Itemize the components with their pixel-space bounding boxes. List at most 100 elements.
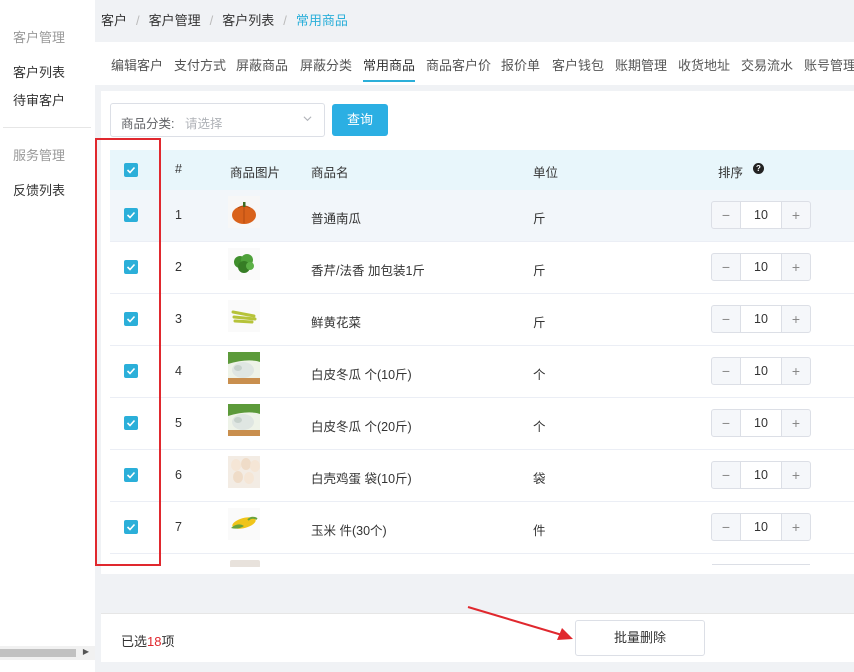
product-unit: 斤	[533, 264, 546, 278]
product-image-partial	[230, 560, 260, 567]
sort-stepper: −10 +	[711, 305, 811, 333]
tab-bar: 编辑客户 支付方式 屏蔽商品 屏蔽分类 常用商品 商品客户价 报价单 客户钱包 …	[95, 42, 854, 85]
tab-common-products[interactable]: 常用商品	[363, 55, 416, 82]
tab-shipping-address[interactable]: 收货地址	[678, 55, 730, 74]
footer-bar	[101, 613, 854, 662]
tab-payment-method[interactable]: 支付方式	[174, 55, 226, 74]
breadcrumb-separator: /	[283, 13, 287, 28]
increment-button[interactable]: +	[782, 254, 810, 280]
sort-value-input[interactable]: 10	[740, 306, 782, 332]
decrement-button[interactable]: −	[712, 306, 740, 332]
sort-value-input[interactable]: 10	[740, 514, 782, 540]
product-unit: 个	[533, 420, 546, 434]
header-sort: 排序	[718, 166, 744, 180]
row-index: 2	[175, 260, 182, 274]
product-name: 白壳鸡蛋 袋(10斤)	[311, 472, 412, 486]
sort-value-input[interactable]: 10	[740, 202, 782, 228]
product-unit: 斤	[533, 316, 546, 330]
tab-account-management[interactable]: 账号管理	[804, 55, 854, 74]
row-index: 7	[175, 520, 182, 534]
breadcrumb-item-customer-management[interactable]: 客户管理	[149, 10, 201, 29]
product-image	[228, 352, 260, 384]
decrement-button[interactable]: −	[712, 254, 740, 280]
decrement-button[interactable]: −	[712, 410, 740, 436]
increment-button[interactable]: +	[782, 514, 810, 540]
tab-customer-price[interactable]: 商品客户价	[426, 55, 491, 74]
query-button[interactable]: 查询	[332, 104, 388, 136]
tab-quotation[interactable]: 报价单	[501, 55, 540, 74]
sidebar-item-feedback-list[interactable]: 反馈列表	[13, 180, 65, 199]
increment-button[interactable]: +	[782, 306, 810, 332]
product-image	[228, 248, 260, 280]
selected-suffix: 项	[161, 634, 175, 649]
scroll-right-icon[interactable]: ▶	[83, 647, 89, 656]
row-index: 5	[175, 416, 182, 430]
table-header: # 商品图片 商品名 单位 排序 ?	[110, 150, 854, 190]
breadcrumb-item-customer[interactable]: 客户	[101, 10, 127, 29]
sort-stepper: −10 +	[711, 461, 811, 489]
selected-prefix: 已选	[121, 634, 148, 649]
table-row: 1 普通南瓜 斤 −10 +	[110, 190, 854, 242]
sort-value-input[interactable]: 10	[740, 358, 782, 384]
decrement-button[interactable]: −	[712, 514, 740, 540]
row-index: 3	[175, 312, 182, 326]
selected-count-text: 已选18项	[121, 631, 175, 650]
help-icon[interactable]: ?	[753, 163, 764, 174]
checkbox-column-highlight	[95, 138, 161, 566]
increment-button[interactable]: +	[782, 202, 810, 228]
table-row-partial	[110, 554, 854, 567]
table-row: 4 白皮冬瓜 个(10斤) 个 −10 +	[110, 346, 854, 398]
increment-button[interactable]: +	[782, 462, 810, 488]
sort-value-input[interactable]: 10	[740, 410, 782, 436]
decrement-button[interactable]: −	[712, 358, 740, 384]
breadcrumb-item-customer-list[interactable]: 客户列表	[222, 10, 274, 29]
sidebar: 客户管理 客户列表 待审客户 服务管理 反馈列表 ▶	[0, 0, 95, 672]
tab-blocked-products[interactable]: 屏蔽商品	[236, 55, 288, 74]
product-unit: 件	[533, 524, 546, 538]
sort-value-input[interactable]: 10	[740, 462, 782, 488]
product-name: 鲜黄花菜	[311, 316, 362, 330]
table-row: 7 玉米 件(30个) 件 −10 +	[110, 502, 854, 554]
sidebar-divider	[3, 127, 91, 128]
selected-count: 18	[147, 634, 162, 649]
sort-stepper: −10 +	[711, 253, 811, 281]
table-row: 5 白皮冬瓜 个(20斤) 个 −10 +	[110, 398, 854, 450]
tab-transactions[interactable]: 交易流水	[741, 55, 793, 74]
increment-button[interactable]: +	[782, 410, 810, 436]
sort-stepper-partial	[712, 564, 810, 567]
product-name: 白皮冬瓜 个(20斤)	[311, 420, 412, 434]
product-unit: 个	[533, 368, 546, 382]
decrement-button[interactable]: −	[712, 462, 740, 488]
product-image	[228, 300, 260, 332]
product-unit: 袋	[533, 472, 546, 486]
row-index: 6	[175, 468, 182, 482]
category-select[interactable]: 商品分类: 请选择	[110, 103, 325, 137]
sidebar-item-customer-list[interactable]: 客户列表	[13, 62, 65, 81]
sort-stepper: −10 +	[711, 357, 811, 385]
tab-blocked-categories[interactable]: 屏蔽分类	[300, 55, 352, 74]
row-index: 4	[175, 364, 182, 378]
product-name: 玉米 件(30个)	[311, 524, 387, 538]
product-name: 普通南瓜	[311, 212, 362, 226]
sidebar-item-pending-customers[interactable]: 待审客户	[13, 90, 65, 109]
sort-stepper: −10 +	[711, 409, 811, 437]
category-placeholder: 请选择	[185, 117, 223, 131]
product-name: 白皮冬瓜 个(10斤)	[311, 368, 412, 382]
breadcrumb-current: 常用商品	[295, 13, 348, 28]
product-image	[228, 404, 260, 436]
header-index: #	[175, 162, 182, 176]
header-unit: 单位	[533, 166, 559, 180]
tab-edit-customer[interactable]: 编辑客户	[111, 55, 163, 74]
tab-billing-period[interactable]: 账期管理	[615, 55, 667, 74]
row-index: 1	[175, 208, 182, 222]
product-unit: 斤	[533, 212, 546, 226]
scrollbar-thumb[interactable]	[0, 649, 76, 657]
decrement-button[interactable]: −	[712, 202, 740, 228]
sidebar-scrollbar[interactable]: ▶	[0, 646, 95, 660]
product-image	[228, 508, 260, 540]
tab-customer-wallet[interactable]: 客户钱包	[552, 55, 604, 74]
sort-value-input[interactable]: 10	[740, 254, 782, 280]
header-name: 商品名	[311, 166, 349, 180]
batch-delete-button[interactable]: 批量删除	[575, 620, 705, 656]
increment-button[interactable]: +	[782, 358, 810, 384]
